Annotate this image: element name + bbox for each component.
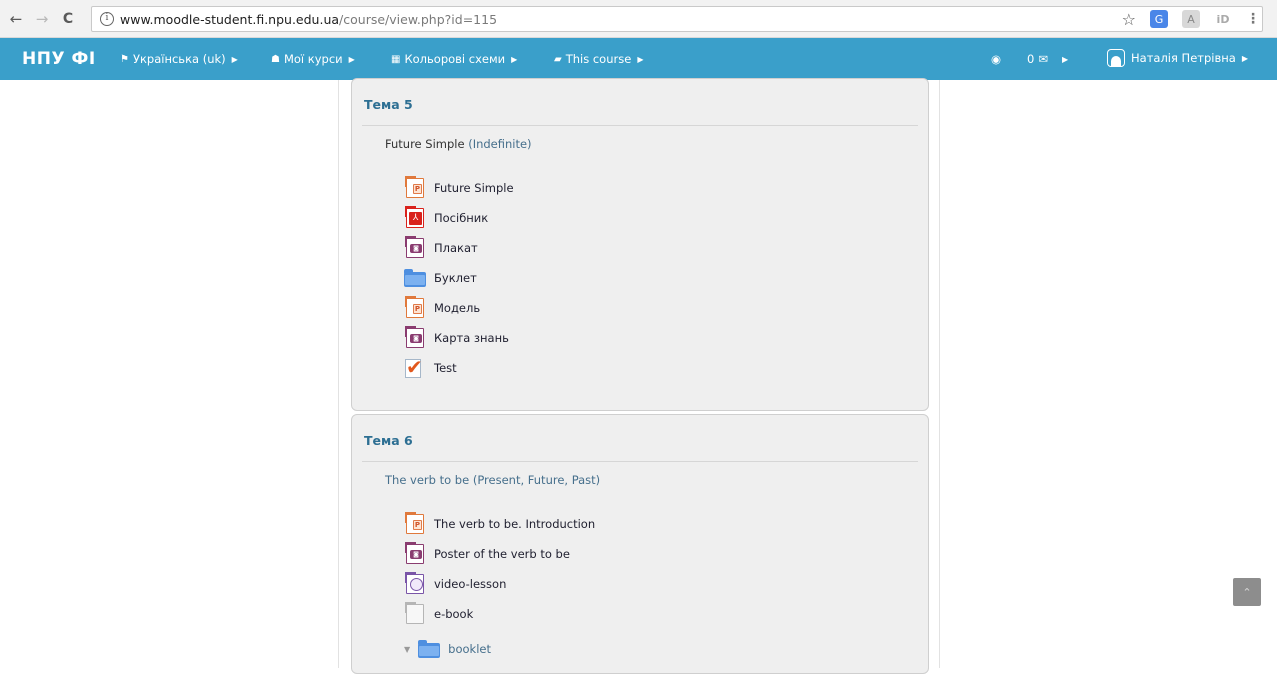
section-summary: The verb to be (Present, Future, Past) bbox=[385, 473, 601, 487]
folder-icon bbox=[404, 267, 426, 289]
activity-link[interactable]: Poster of the verb to be bbox=[434, 547, 570, 561]
pdf-icon: ⅄ bbox=[404, 207, 426, 229]
activity-link[interactable]: Test bbox=[434, 361, 457, 375]
url-path: /course/view.php?id=115 bbox=[339, 11, 498, 27]
activity-link[interactable]: Карта знань bbox=[434, 331, 509, 345]
id-extension-icon[interactable]: iD bbox=[1214, 10, 1232, 28]
image-icon: ◙ bbox=[404, 543, 426, 565]
section-title: Тема 5 bbox=[364, 97, 413, 112]
activity-item[interactable]: e-book bbox=[404, 602, 473, 626]
caret-right-icon: ▶ bbox=[1061, 54, 1069, 64]
book-icon: ▰ bbox=[554, 53, 562, 65]
activity-item[interactable]: ◙ Карта знань bbox=[404, 326, 509, 350]
messages-count: 0 bbox=[1027, 52, 1035, 66]
activity-link[interactable]: Плакат bbox=[434, 241, 478, 255]
messages-menu[interactable]: 0 ✉ ▶ bbox=[1027, 52, 1068, 66]
course-content: Тема 5 Future Simple (Indefinite) P Futu… bbox=[338, 78, 940, 674]
activity-link[interactable]: The verb to be. Introduction bbox=[434, 517, 595, 531]
my-courses-label: Мої курси bbox=[283, 52, 343, 66]
activity-link[interactable]: Future Simple bbox=[434, 181, 514, 195]
activity-item[interactable]: P Модель bbox=[404, 296, 480, 320]
back-button[interactable]: ← bbox=[6, 9, 26, 29]
activity-link[interactable]: Посібник bbox=[434, 211, 488, 225]
flag-icon: ⚑ bbox=[120, 53, 129, 65]
activity-link[interactable]: video-lesson bbox=[434, 577, 506, 591]
language-label: Українська (uk) bbox=[132, 52, 226, 66]
activity-item[interactable]: ▼ booklet bbox=[404, 637, 491, 661]
activity-link[interactable]: e-book bbox=[434, 607, 473, 621]
info-icon[interactable]: i bbox=[100, 12, 114, 26]
user-menu[interactable]: Наталія Петрівна ▶ bbox=[1107, 49, 1248, 67]
notification-icon: ◉ bbox=[991, 52, 1002, 66]
browser-toolbar: ← → C i www.moodle-student.fi.npu.edu.ua… bbox=[0, 0, 1277, 38]
bookmark-star-icon[interactable]: ☆ bbox=[1122, 10, 1136, 29]
my-courses-menu[interactable]: ☗ Мої курси ▶ bbox=[271, 52, 355, 66]
image-icon: ◙ bbox=[404, 237, 426, 259]
color-schemes-menu[interactable]: ▦ Кольорові схеми ▶ bbox=[391, 52, 517, 66]
user-name: Наталія Петрівна bbox=[1131, 51, 1236, 65]
summary-main: Future Simple bbox=[385, 137, 465, 151]
language-menu[interactable]: ⚑ Українська (uk) ▶ bbox=[120, 52, 238, 66]
pdf-extension-icon[interactable]: A bbox=[1182, 10, 1200, 28]
envelope-icon: ✉ bbox=[1038, 52, 1048, 66]
expand-triangle-icon[interactable]: ▼ bbox=[404, 645, 410, 654]
address-bar[interactable]: i www.moodle-student.fi.npu.edu.ua/cours… bbox=[91, 6, 1263, 32]
activity-link[interactable]: Модель bbox=[434, 301, 480, 315]
reload-button[interactable]: C bbox=[58, 9, 78, 29]
caret-right-icon: ▶ bbox=[511, 54, 518, 64]
summary-muted: (Indefinite) bbox=[468, 137, 532, 151]
notifications-button[interactable]: ◉ bbox=[991, 52, 1001, 66]
scroll-to-top-button[interactable]: ⌃ bbox=[1233, 578, 1261, 606]
activity-item[interactable]: ⅄ Посібник bbox=[404, 206, 488, 230]
quiz-icon: ✔ bbox=[405, 355, 423, 379]
ppt-icon: P bbox=[404, 297, 426, 319]
activity-link[interactable]: Буклет bbox=[434, 271, 477, 285]
this-course-menu[interactable]: ▰ This course ▶ bbox=[554, 52, 643, 66]
caret-right-icon: ▶ bbox=[637, 54, 644, 64]
site-navbar: НПУ ФІ ⚑ Українська (uk) ▶ ☗ Мої курси ▶… bbox=[0, 38, 1277, 80]
caret-right-icon: ▶ bbox=[348, 54, 355, 64]
ppt-icon: P bbox=[404, 177, 426, 199]
this-course-label: This course bbox=[565, 52, 632, 66]
url-host: www.moodle-student.fi.npu.edu.ua bbox=[120, 11, 340, 27]
activity-item[interactable]: ✔ Test bbox=[404, 355, 457, 380]
activity-item[interactable]: Буклет bbox=[404, 266, 477, 290]
folder-icon bbox=[418, 638, 441, 660]
activity-item[interactable]: P Future Simple bbox=[404, 176, 514, 200]
page-body: Тема 5 Future Simple (Indefinite) P Futu… bbox=[0, 78, 1277, 674]
grid-icon: ▦ bbox=[391, 53, 401, 65]
caret-right-icon: ▶ bbox=[231, 54, 238, 64]
color-schemes-label: Кольорові схеми bbox=[404, 52, 506, 66]
activity-link[interactable]: booklet bbox=[448, 642, 491, 656]
video-icon bbox=[404, 573, 426, 595]
translate-extension-icon[interactable]: G bbox=[1150, 10, 1168, 28]
caret-right-icon: ▶ bbox=[1241, 53, 1248, 63]
site-brand[interactable]: НПУ ФІ bbox=[22, 49, 96, 69]
activity-item[interactable]: P The verb to be. Introduction bbox=[404, 512, 595, 536]
section-divider bbox=[362, 125, 918, 126]
file-icon bbox=[404, 603, 426, 625]
course-section: Тема 5 Future Simple (Indefinite) P Futu… bbox=[351, 78, 929, 411]
browser-menu-icon[interactable]: ⋮ bbox=[1246, 11, 1260, 27]
activity-item[interactable]: ◙ Poster of the verb to be bbox=[404, 542, 570, 566]
section-summary: Future Simple (Indefinite) bbox=[385, 137, 532, 151]
activity-item[interactable]: ◙ Плакат bbox=[404, 236, 478, 260]
section-divider bbox=[362, 461, 918, 462]
forward-button[interactable]: → bbox=[32, 9, 52, 29]
graduation-cap-icon: ☗ bbox=[271, 53, 280, 65]
avatar bbox=[1107, 49, 1125, 67]
course-section: Тема 6 The verb to be (Present, Future, … bbox=[351, 414, 929, 674]
section-title: Тема 6 bbox=[364, 433, 413, 448]
image-icon: ◙ bbox=[404, 327, 426, 349]
ppt-icon: P bbox=[404, 513, 426, 535]
activity-item[interactable]: video-lesson bbox=[404, 572, 506, 596]
